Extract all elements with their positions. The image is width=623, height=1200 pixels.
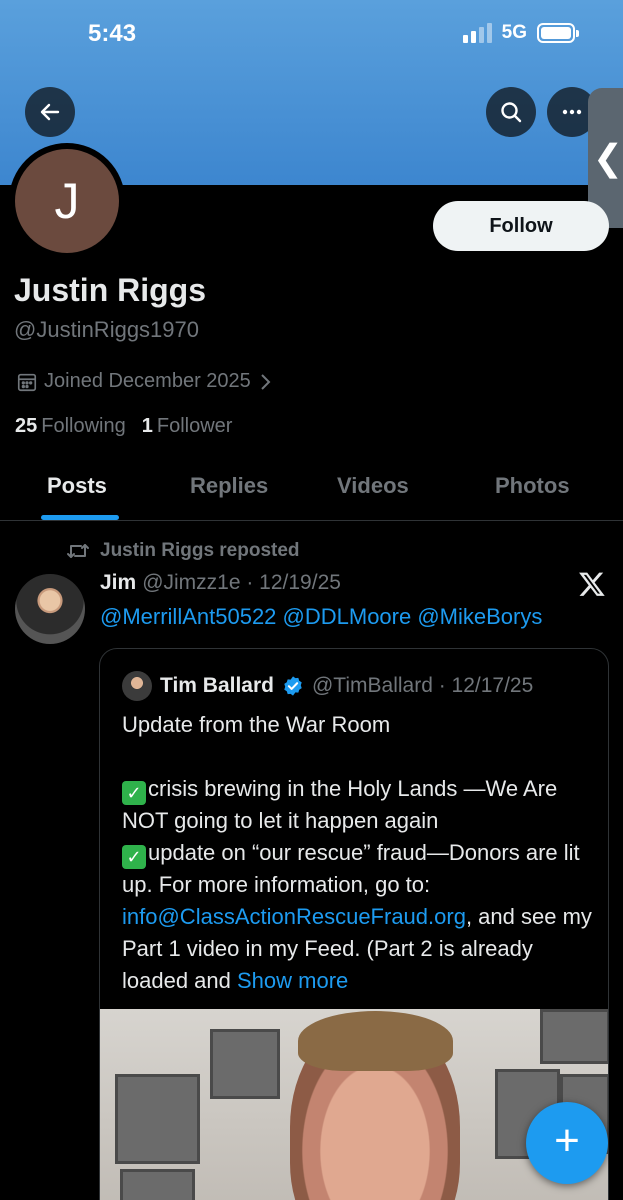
chevron-left-icon: ❮ — [592, 137, 623, 178]
chevron-right-icon — [261, 373, 271, 390]
quoted-video-thumbnail[interactable] — [100, 1009, 608, 1200]
post-mentions[interactable]: @MerrillAnt50522 @DDLMoore @MikeBorys — [100, 604, 542, 630]
quoted-post[interactable]: Tim Ballard @TimBallard · 12/17/25 Updat… — [99, 648, 609, 1200]
checkmark-icon: ✓ — [122, 781, 146, 805]
battery-icon — [537, 23, 579, 43]
avatar-letter: J — [15, 149, 119, 253]
network-label: 5G — [501, 22, 527, 43]
arrow-left-icon — [40, 103, 60, 121]
profile-avatar[interactable]: J — [9, 143, 125, 259]
profile-name: Justin Riggs — [14, 272, 207, 308]
follow-stats: 25 Following 1 Follower — [15, 415, 232, 438]
active-tab-indicator — [41, 515, 119, 520]
post-author-meta: @Jimzz1e · 12/19/25 — [142, 571, 341, 594]
verified-badge-icon — [284, 676, 302, 696]
compose-button[interactable]: + — [526, 1102, 608, 1184]
person-hair — [298, 1011, 453, 1071]
post-author-avatar[interactable] — [15, 574, 85, 644]
checkmark-icon: ✓ — [122, 845, 146, 869]
post-header: Jim @Jimzz1e · 12/19/25 — [100, 571, 341, 595]
wall-picture — [120, 1169, 195, 1200]
profile-tabs: Posts Replies Videos Photos — [0, 465, 623, 521]
followers-link[interactable]: 1 Follower — [142, 415, 233, 438]
more-horizontal-icon — [562, 109, 582, 115]
status-time: 5:43 — [88, 20, 137, 47]
email-link[interactable]: info@ClassActionRescueFraud.org — [122, 904, 466, 929]
wall-picture — [115, 1074, 200, 1164]
quoted-author-name: Tim Ballard — [160, 674, 274, 697]
status-indicators: 5G — [462, 22, 579, 44]
quoted-text-line: crisis brewing in the Holy Lands —We Are… — [122, 776, 558, 833]
quoted-post-text: Update from the War Room ✓ crisis brewing… — [122, 709, 592, 997]
search-icon — [501, 102, 522, 123]
x-logo-icon — [579, 572, 605, 596]
signal-icon — [462, 23, 492, 43]
repost-label: Justin Riggs reposted — [100, 540, 300, 561]
quoted-text-line: update on “our rescue” fraud—Donors are … — [122, 840, 580, 897]
tab-posts[interactable]: Posts — [47, 473, 107, 499]
profile-handle: @JustinRiggs1970 — [14, 317, 199, 342]
quoted-author-avatar — [122, 671, 152, 701]
back-button[interactable] — [25, 87, 75, 137]
post-author-name[interactable]: Jim — [100, 571, 136, 595]
quoted-post-header: Tim Ballard @TimBallard · 12/17/25 — [122, 671, 533, 701]
tab-photos[interactable]: Photos — [495, 473, 570, 499]
quoted-author-meta: @TimBallard · 12/17/25 — [311, 674, 534, 697]
tab-replies[interactable]: Replies — [190, 473, 268, 499]
joined-label: Joined December 2025 — [44, 370, 251, 392]
plus-icon: + — [554, 1116, 580, 1165]
wall-picture — [540, 1009, 608, 1064]
followers-label: Follower — [156, 415, 233, 437]
repost-icon — [67, 544, 89, 558]
follow-button[interactable]: Follow — [433, 201, 609, 251]
followers-count: 1 — [141, 415, 153, 437]
calendar-icon — [17, 373, 37, 391]
quoted-text-line: Update from the War Room — [122, 712, 391, 737]
wall-picture — [210, 1029, 280, 1099]
joined-date[interactable]: Joined December 2025 — [16, 370, 273, 393]
search-button[interactable] — [486, 87, 536, 137]
following-link[interactable]: 25 Following — [15, 415, 126, 438]
show-more-link[interactable]: Show more — [237, 968, 348, 993]
following-label: Following — [41, 415, 126, 437]
repost-indicator: Justin Riggs reposted — [66, 540, 300, 562]
tab-videos[interactable]: Videos — [337, 473, 409, 499]
following-count: 25 — [15, 415, 38, 437]
